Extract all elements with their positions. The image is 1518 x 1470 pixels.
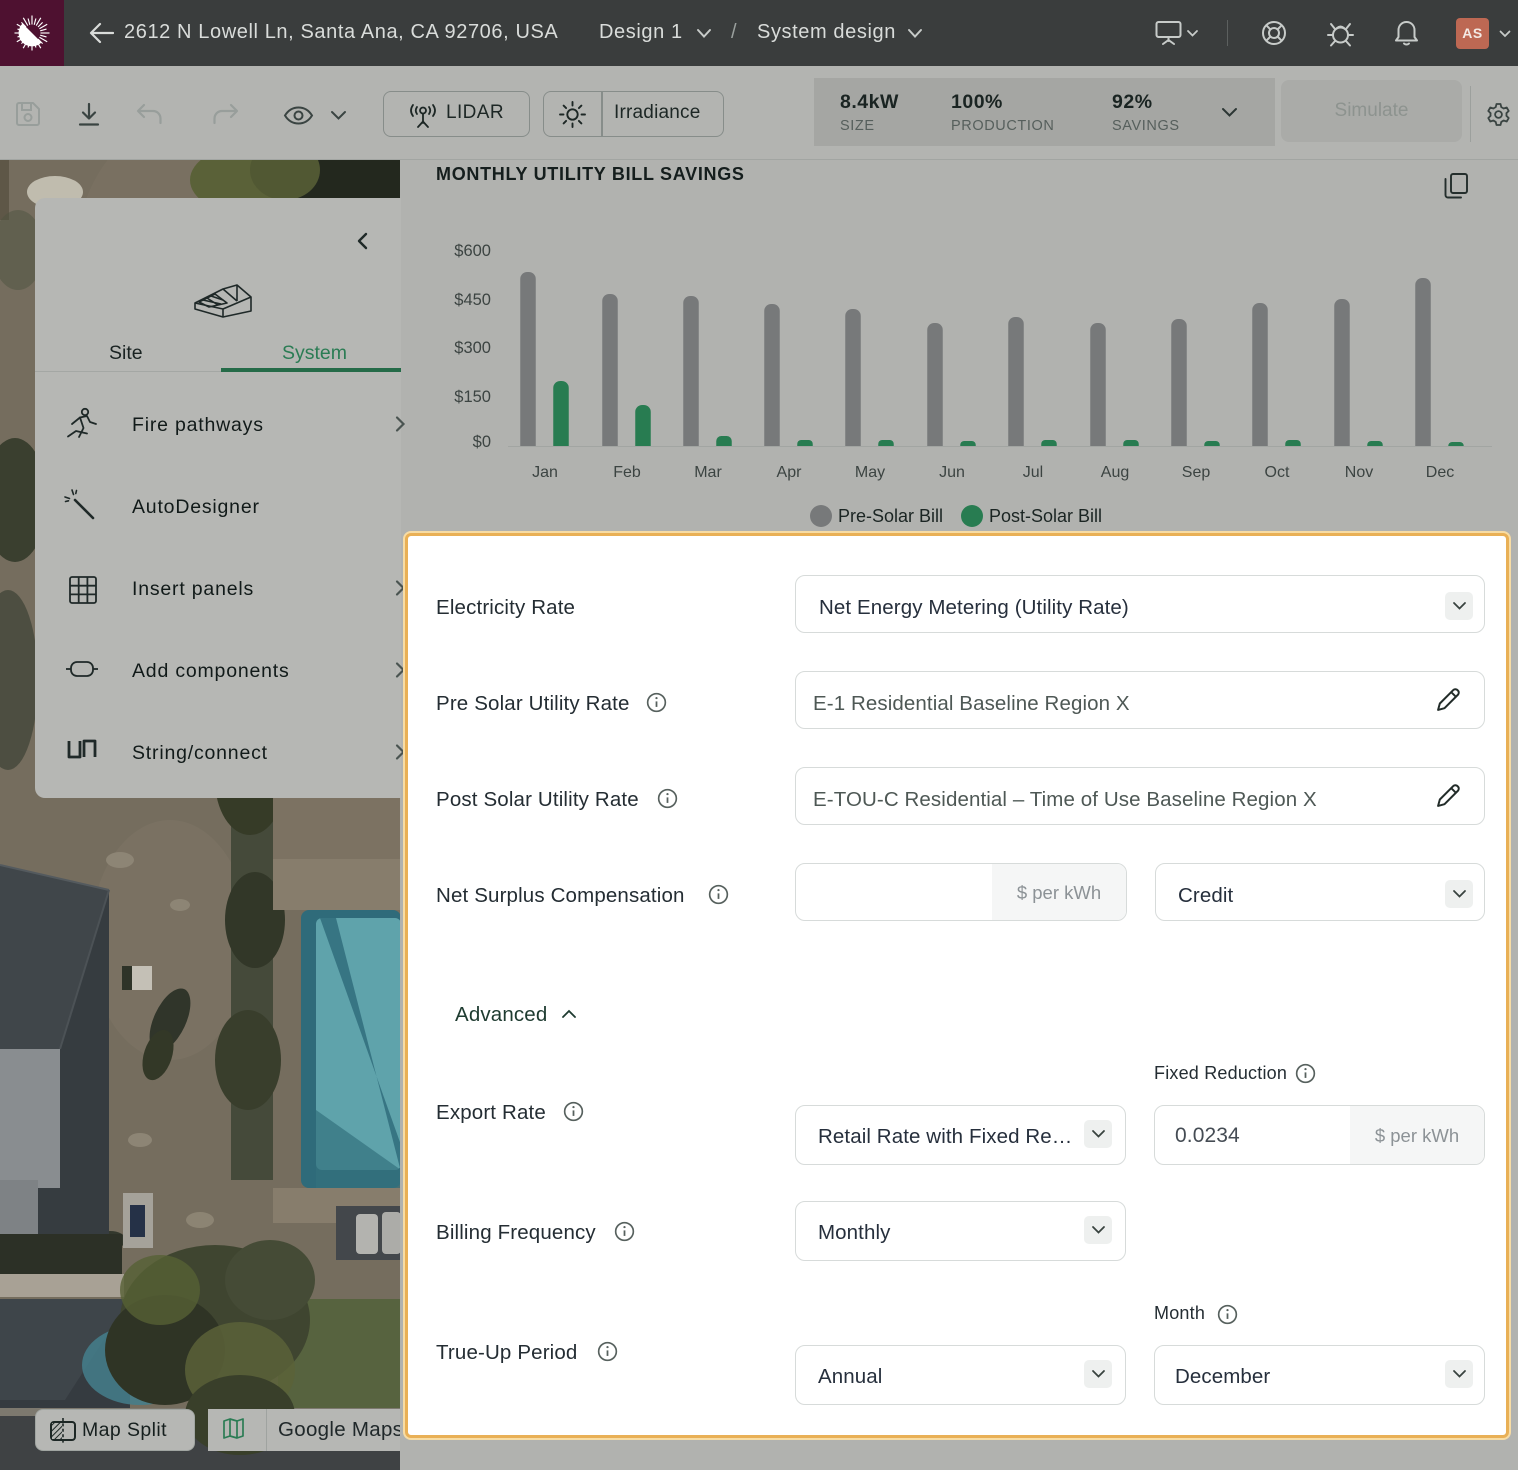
svg-text:$450: $450: [454, 291, 491, 309]
svg-text:$600: $600: [454, 242, 491, 260]
svg-text:Post-Solar Bill: Post-Solar Bill: [989, 506, 1102, 526]
svg-text:Oct: Oct: [1265, 464, 1290, 481]
svg-text:$300: $300: [454, 339, 491, 357]
svg-text:$150: $150: [454, 388, 491, 406]
svg-text:May: May: [855, 464, 885, 481]
svg-text:Jan: Jan: [532, 464, 558, 481]
svg-text:Dec: Dec: [1426, 464, 1454, 481]
svg-text:Pre-Solar Bill: Pre-Solar Bill: [838, 506, 943, 526]
svg-text:Jun: Jun: [939, 464, 965, 481]
svg-text:Mar: Mar: [694, 464, 722, 481]
svg-text:Jul: Jul: [1023, 464, 1043, 481]
svg-text:Aug: Aug: [1101, 464, 1129, 481]
svg-text:Sep: Sep: [1182, 464, 1211, 481]
svg-text:Nov: Nov: [1345, 464, 1373, 481]
svg-text:$0: $0: [473, 433, 491, 451]
svg-text:Apr: Apr: [777, 464, 803, 481]
svg-text:Feb: Feb: [613, 464, 641, 481]
